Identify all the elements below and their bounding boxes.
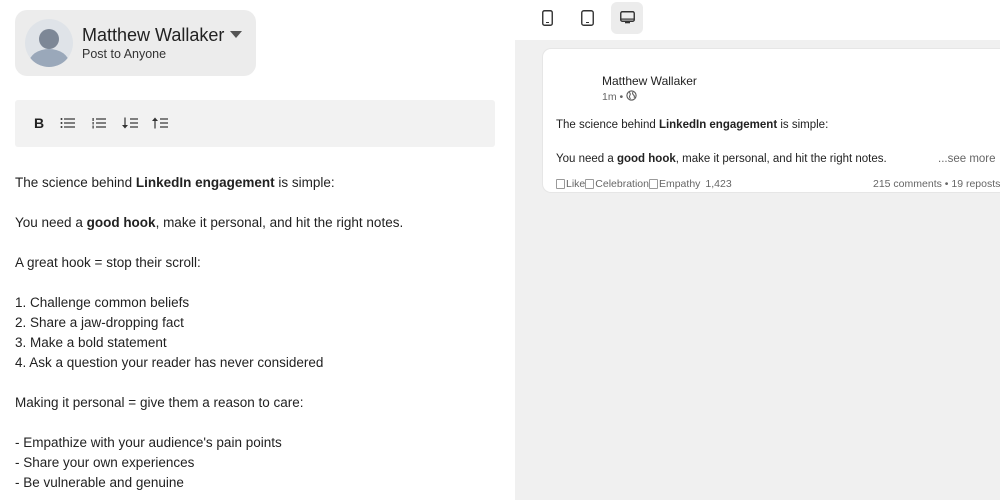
author-name: Matthew Wallaker [82,25,225,45]
post-preview-area: Matthew Wallaker 1m • The science behind… [515,40,1000,500]
editor-list-item: 3. Make a bold statement [15,335,167,350]
audience-label: Post to Anyone [82,47,167,61]
avatar [25,19,73,67]
editor-list-item: - Be vulnerable and genuine [15,475,184,490]
preview-text-line: The science behind LinkedIn engagement i… [556,119,829,131]
editor-list-item: 1. Challenge common beliefs [15,295,190,310]
chevron-down-icon[interactable] [230,31,242,38]
tablet-icon[interactable] [571,2,603,34]
preview-time: 1m • [602,91,624,103]
editor-line: You need a good hook, make it personal, … [15,215,404,230]
bold-button[interactable]: B [27,112,51,134]
sort-descending-icon[interactable] [118,112,142,134]
like-reaction-icon: Like [556,178,585,190]
desktop-icon[interactable] [611,2,643,34]
editor-list-item: 4. Ask a question your reader has never … [15,355,324,370]
editor-line: Making it personal = give them a reason … [15,395,304,410]
see-more-link[interactable]: ...see more [938,153,996,165]
author-selector[interactable]: Matthew Wallaker Post to Anyone [15,10,256,76]
editor-list-item: 2. Share a jaw-dropping fact [15,315,184,330]
post-preview-card: Matthew Wallaker 1m • The science behind… [543,49,1000,192]
reactions-bar[interactable]: Like Celebration Empathy 1,423 [556,178,732,190]
editor-line: The science behind LinkedIn engagement i… [15,175,335,190]
globe-icon [626,90,637,104]
empathy-reaction-icon: Empathy [648,178,700,190]
formatting-toolbar: B [15,100,495,147]
preview-meta: 1m • [602,90,637,104]
numbered-list-icon[interactable] [87,112,111,134]
engagement-stats[interactable]: 215 comments • 19 reposts [873,178,1000,190]
reaction-count: 1,423 [705,178,732,190]
preview-text-line: You need a good hook, make it personal, … [556,153,887,165]
mobile-icon[interactable] [531,2,563,34]
post-editor[interactable]: The science behind LinkedIn engagement i… [15,173,505,493]
editor-list-item: - Share your own experiences [15,455,195,470]
bullet-list-icon[interactable] [56,112,80,134]
device-toggle-bar [515,0,1000,40]
sort-ascending-icon[interactable] [148,112,172,134]
celebration-reaction-icon: Celebration [585,178,649,190]
editor-list-item: - Empathize with your audience's pain po… [15,435,282,450]
editor-line: A great hook = stop their scroll: [15,255,201,270]
preview-author-name: Matthew Wallaker [602,74,697,88]
editor-panel: Matthew Wallaker Post to Anyone B The sc… [0,0,515,500]
